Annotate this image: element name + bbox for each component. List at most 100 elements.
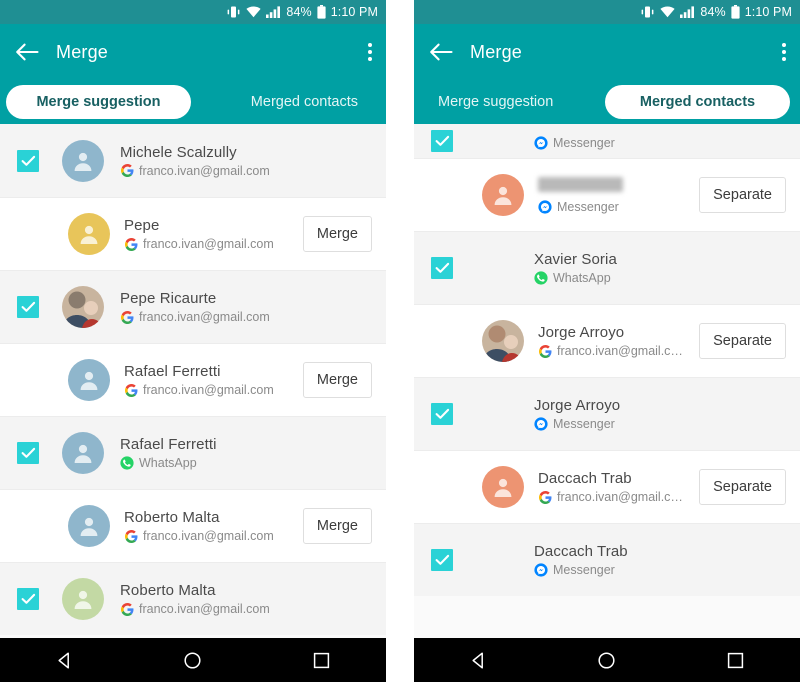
avatar [62,286,104,328]
contact-row-parent[interactable]: Pepe franco.ivan@gmail.com Merge [0,197,386,270]
tab-bar: Merge suggestion Merged contacts [0,80,386,124]
source-google-icon [124,383,138,397]
avatar-cell [470,466,528,508]
navigation-bar [414,638,800,682]
battery-percent-label: 84% [700,5,726,19]
contact-source: franco.ivan@gmail.com [120,602,372,616]
contact-row-child[interactable]: Rafael Ferretti WhatsApp [0,416,386,489]
contact-photo [62,286,104,328]
overflow-menu-button[interactable] [368,43,372,61]
contact-source-text: franco.ivan@gmail.com [139,163,270,178]
merge-button[interactable]: Merge [302,362,372,398]
source-google-icon [120,602,134,616]
row-checkbox[interactable] [17,149,39,172]
row-checkbox[interactable] [431,257,453,279]
tab-merge-suggestion[interactable]: Merge suggestion [6,85,191,119]
contact-row-child[interactable]: Pepe Ricaurte franco.ivan@gmail.com [0,270,386,343]
whatsapp-icon [120,456,134,470]
contact-row-child[interactable]: Messenger [414,124,800,158]
whatsapp-icon [534,271,548,285]
google-icon [120,310,133,324]
back-button[interactable] [12,37,42,67]
tab-merged-contacts[interactable]: Merged contacts [605,85,790,119]
status-bar: 84% 1:10 PM [414,0,800,24]
avatar-cell [56,213,114,255]
contact-info: Michele Scalzully franco.ivan@gmail.com [110,144,372,178]
contact-list[interactable]: Michele Scalzully franco.ivan@gmail.com Pe… [0,124,386,638]
contact-row-child[interactable]: Xavier Soria WhatsApp [414,231,800,304]
source-google-icon [124,529,138,543]
person-placeholder-icon [494,186,512,205]
contact-row-parent[interactable]: Jorge Arroyo franco.ivan@gmail.c… Separate [414,304,800,377]
contact-list[interactable]: MessengerXavier SoriaMessengerSeparateXa… [414,124,800,638]
source-messenger-icon [534,417,548,431]
contact-source: Messenger [538,200,691,214]
merge-button[interactable]: Merge [302,216,372,252]
row-checkbox[interactable] [17,588,39,610]
app-bar: Merge [414,24,800,80]
vibrate-icon [642,6,654,18]
row-checkbox[interactable] [431,403,453,425]
checkbox-cell [0,149,56,172]
contact-source: Messenger [534,417,786,431]
avatar-cell [56,505,114,547]
avatar [482,174,524,216]
separate-button[interactable]: Separate [699,469,786,505]
tab-merged-contacts[interactable]: Merged contacts [233,85,376,119]
row-checkbox[interactable] [17,296,39,318]
recents-nav-button[interactable] [714,638,758,682]
checkbox-cell [0,442,56,464]
messenger-icon [534,417,548,431]
contact-row-parent[interactable]: Roberto Malta franco.ivan@gmail.com Merge [0,489,386,562]
action-cell: Separate [691,177,786,213]
avatar-cell [56,286,110,328]
checkbox-cell [414,257,470,279]
contact-row-parent[interactable]: Daccach Trab franco.ivan@gmail.c… Separate [414,450,800,523]
merge-button[interactable]: Merge [302,508,372,544]
contact-name: Xavier Soria [538,176,623,192]
source-google-icon [538,490,552,504]
person-placeholder-icon [74,444,92,463]
page-title: Merge [470,41,523,62]
row-checkbox[interactable] [17,442,39,464]
phone-right-merged-contacts: 84% 1:10 PM Merge Merge suggestion Merged co… [414,0,800,682]
contact-source-text: franco.ivan@gmail.com [143,237,274,251]
recents-nav-button[interactable] [300,638,344,682]
contact-info: Xavier Soria Messenger [528,176,691,214]
row-checkbox[interactable] [431,549,453,571]
phone-left-merge-suggestion: 84% 1:10 PM Merge Merge suggestion Merged co… [0,0,386,682]
home-nav-button[interactable] [585,638,629,682]
contact-name: Roberto Malta [124,509,220,526]
contact-info: Daccach Trab Messenger [524,543,786,577]
separate-button[interactable]: Separate [699,323,786,359]
overflow-menu-button[interactable] [782,43,786,61]
battery-icon [317,5,326,19]
battery-icon [731,5,740,19]
contact-source: franco.ivan@gmail.com [124,237,295,251]
back-nav-button[interactable] [456,638,500,682]
check-icon [21,301,35,312]
row-checkbox[interactable] [431,130,453,152]
home-nav-button[interactable] [171,638,215,682]
contact-source: WhatsApp [120,456,372,470]
battery-percent-label: 84% [286,5,312,19]
contact-row-child[interactable]: Jorge Arroyo Messenger [414,377,800,450]
contact-row-child[interactable]: Daccach Trab Messenger [414,523,800,596]
contact-source: franco.ivan@gmail.com [124,529,295,543]
source-messenger-icon [538,199,552,214]
tab-merge-suggestion[interactable]: Merge suggestion [420,85,571,119]
signal-icon [680,6,695,18]
contact-row-child[interactable]: Michele Scalzully franco.ivan@gmail.com [0,124,386,197]
contact-row-parent[interactable]: Xavier Soria Messenger Separate [414,158,800,231]
action-cell: Merge [295,362,372,398]
separate-button[interactable]: Separate [699,177,786,213]
contact-row-child[interactable]: Roberto Malta franco.ivan@gmail.com [0,562,386,635]
clock-label: 1:10 PM [330,5,378,19]
contact-source-text: Messenger [557,199,619,214]
contact-name: Daccach Trab [538,470,632,487]
back-button[interactable] [426,37,456,67]
contact-info: Pepe franco.ivan@gmail.com [114,217,295,251]
contact-source-text: WhatsApp [553,271,611,285]
back-nav-button[interactable] [42,638,86,682]
contact-row-parent[interactable]: Rafael Ferretti franco.ivan@gmail.com Merg… [0,343,386,416]
